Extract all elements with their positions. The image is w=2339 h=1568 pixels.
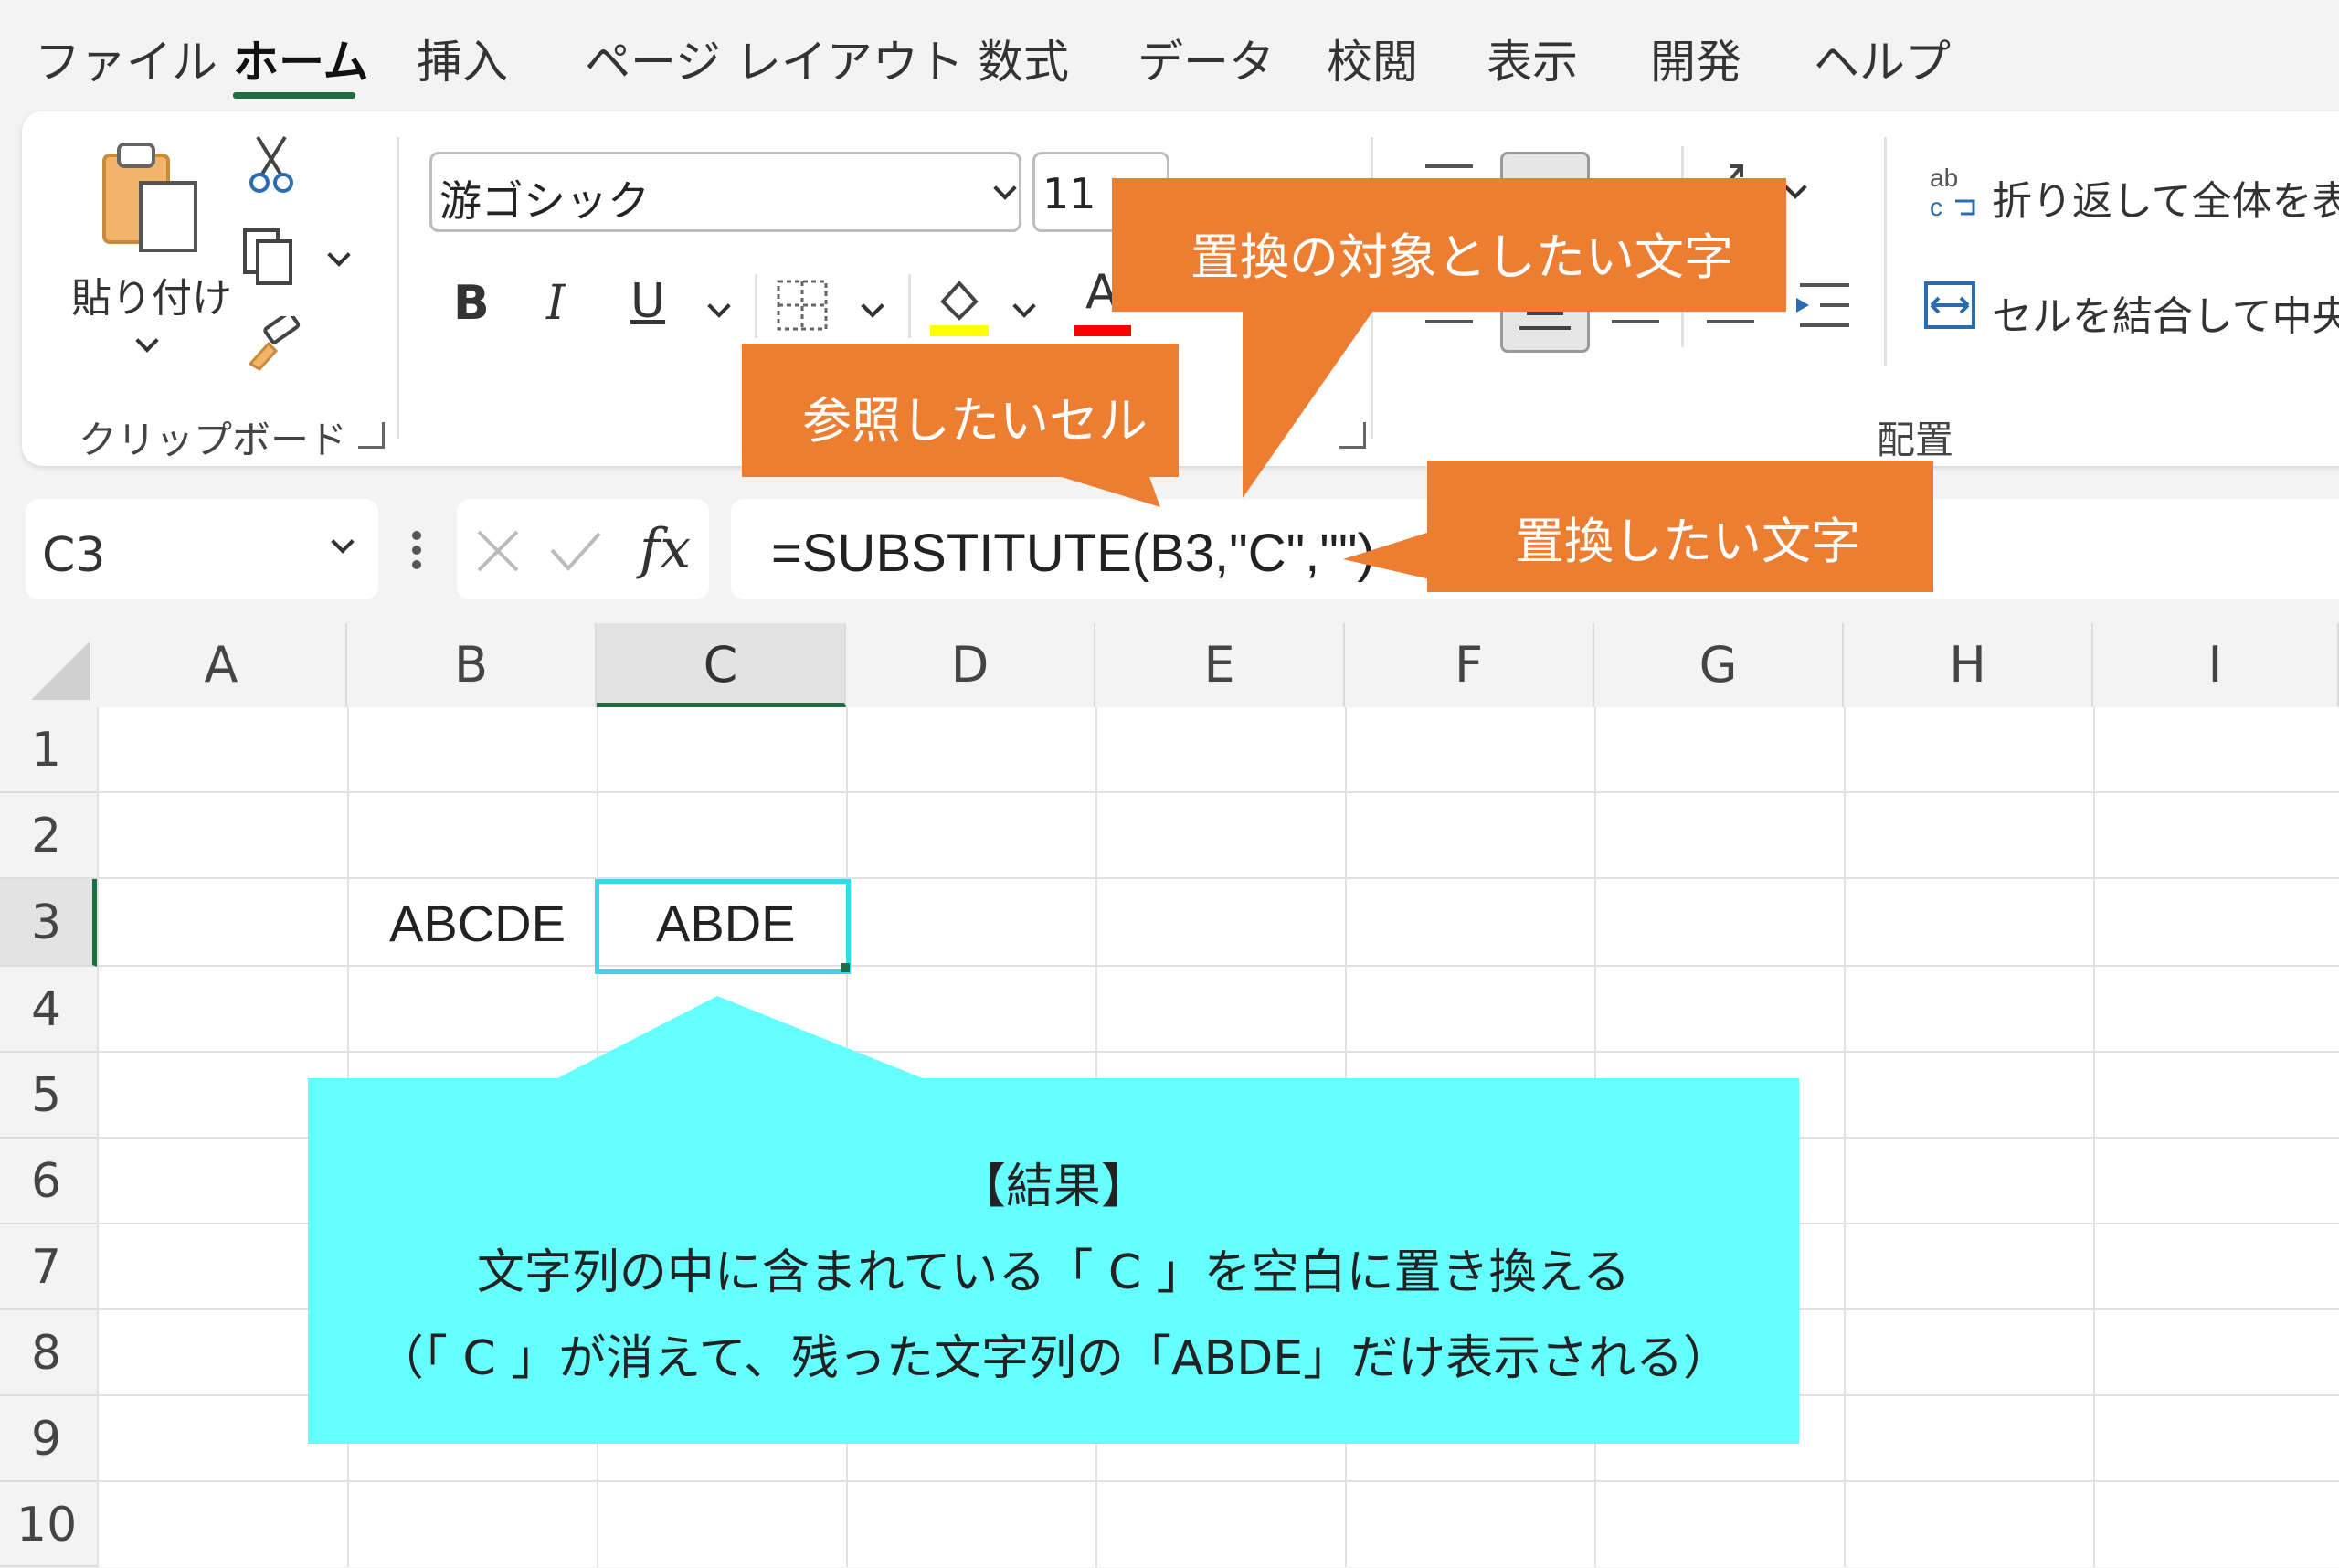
tab-data[interactable]: データ bbox=[1138, 26, 1275, 91]
result-line-2: （「 C 」が消えて、残った文字列の「ABDE」だけ表示される） bbox=[376, 1331, 1731, 1386]
name-box-value: C3 bbox=[42, 528, 106, 583]
tab-page-layout[interactable]: ページ レイアウト bbox=[585, 26, 964, 91]
gridline bbox=[97, 877, 2339, 879]
ribbon-separator bbox=[908, 274, 911, 338]
enter-icon[interactable] bbox=[548, 528, 603, 574]
active-tab-indicator bbox=[233, 92, 355, 99]
selected-cell-border bbox=[595, 879, 851, 974]
row-header-4[interactable]: 4 bbox=[0, 967, 97, 1053]
fill-color-icon[interactable] bbox=[930, 274, 989, 338]
cancel-icon[interactable] bbox=[475, 528, 521, 574]
row-header-2[interactable]: 2 bbox=[0, 793, 97, 879]
paste-icon[interactable] bbox=[99, 137, 208, 256]
ribbon-separator bbox=[397, 137, 399, 439]
clipboard-group-label: クリップボード bbox=[79, 418, 348, 462]
font-launcher-icon[interactable] bbox=[1339, 422, 1366, 449]
column-header-b[interactable]: B bbox=[347, 623, 597, 707]
wrap-text-button[interactable]: 折り返して全体を表示 bbox=[1992, 168, 2339, 227]
paste-button[interactable]: 貼り付け bbox=[71, 265, 232, 323]
callout-replace-text: 置換したい文字 bbox=[1427, 461, 1933, 592]
gridline bbox=[97, 1480, 2339, 1482]
scissors-icon[interactable] bbox=[249, 135, 294, 194]
column-header-c[interactable]: C bbox=[597, 623, 846, 707]
tab-formulas[interactable]: 数式 bbox=[978, 26, 1069, 91]
name-box[interactable]: C3 bbox=[26, 499, 378, 599]
column-header-f[interactable]: F bbox=[1345, 623, 1594, 707]
format-painter-icon[interactable] bbox=[245, 316, 303, 371]
row-header-10[interactable]: 10 bbox=[0, 1482, 97, 1567]
chevron-down-icon[interactable] bbox=[331, 530, 355, 554]
callout-ref-cell: 参照したいセル bbox=[742, 344, 1179, 477]
ribbon-separator bbox=[1884, 137, 1887, 366]
column-header-g[interactable]: G bbox=[1594, 623, 1844, 707]
column-header-a[interactable]: A bbox=[97, 623, 347, 707]
column-header-i[interactable]: I bbox=[2093, 623, 2339, 707]
borders-icon[interactable] bbox=[775, 278, 830, 333]
result-line-1: 文字列の中に含まれている「 C 」を空白に置き換える bbox=[476, 1245, 1631, 1300]
ribbon-separator bbox=[755, 274, 757, 338]
underline-button[interactable]: U bbox=[630, 274, 665, 329]
row-header-5[interactable]: 5 bbox=[0, 1053, 97, 1139]
merge-center-icon[interactable] bbox=[1922, 280, 1977, 331]
callout-target-text: 置換の対象としたい文字 bbox=[1112, 178, 1786, 312]
formula-buttons: fx bbox=[457, 499, 709, 599]
font-size-value: 11 bbox=[1042, 169, 1096, 218]
fill-handle[interactable] bbox=[841, 963, 850, 972]
clipboard-launcher-icon[interactable] bbox=[358, 422, 385, 449]
font-name-value: 游ゴシック bbox=[439, 176, 650, 226]
wrap-text-icon[interactable]: ab c bbox=[1928, 163, 1983, 221]
column-header-e[interactable]: E bbox=[1095, 623, 1345, 707]
alignment-group-label: 配置 bbox=[1877, 418, 1954, 462]
row-header-1[interactable]: 1 bbox=[0, 707, 97, 793]
insert-function-button[interactable]: fx bbox=[640, 517, 691, 581]
column-header-d[interactable]: D bbox=[846, 623, 1095, 707]
copy-icon[interactable] bbox=[241, 228, 305, 287]
tab-home[interactable]: ホーム bbox=[233, 26, 369, 91]
gridline bbox=[97, 791, 2339, 793]
formula-text: =SUBSTITUTE(B3,"C","") bbox=[771, 524, 1375, 583]
italic-button[interactable]: I bbox=[546, 276, 566, 331]
row-header-3[interactable]: 3 bbox=[0, 879, 97, 967]
more-options-icon[interactable] bbox=[407, 528, 426, 574]
callout-result: 【結果】 文字列の中に含まれている「 C 」を空白に置き換える （「 C 」が消… bbox=[308, 1078, 1799, 1444]
gridline bbox=[97, 1051, 2339, 1053]
font-color-swatch bbox=[1074, 325, 1131, 336]
row-header-7[interactable]: 7 bbox=[0, 1224, 97, 1310]
svg-text:c: c bbox=[1930, 193, 1942, 221]
tab-file[interactable]: ファイル bbox=[35, 26, 217, 91]
column-header-h[interactable]: H bbox=[1844, 623, 2093, 707]
ribbon-tab-bar: ファイル ホーム 挿入 ページ レイアウト 数式 データ 校閲 表示 開発 ヘル… bbox=[0, 0, 2339, 108]
svg-text:ab: ab bbox=[1930, 164, 1958, 192]
select-all-button[interactable] bbox=[0, 623, 97, 707]
tab-view[interactable]: 表示 bbox=[1487, 26, 1578, 91]
row-header-6[interactable]: 6 bbox=[0, 1139, 97, 1224]
tab-help[interactable]: ヘルプ bbox=[1814, 26, 1951, 91]
cell-b3[interactable]: ABCDE bbox=[389, 894, 566, 953]
tab-insert[interactable]: 挿入 bbox=[417, 26, 508, 91]
increase-indent-icon[interactable] bbox=[1793, 280, 1853, 331]
row-header-8[interactable]: 8 bbox=[0, 1310, 97, 1396]
chevron-down-icon bbox=[993, 176, 1017, 200]
font-name-select[interactable]: 游ゴシック bbox=[429, 152, 1021, 232]
gridline bbox=[97, 965, 2339, 967]
bold-button[interactable]: B bbox=[453, 276, 490, 331]
merge-center-button[interactable]: セルを結合して中央揃え bbox=[1992, 283, 2339, 342]
tab-review[interactable]: 校閲 bbox=[1327, 26, 1418, 91]
row-header-9[interactable]: 9 bbox=[0, 1396, 97, 1482]
result-title: 【結果】 bbox=[958, 1160, 1148, 1214]
tab-developer[interactable]: 開発 bbox=[1650, 26, 1741, 91]
